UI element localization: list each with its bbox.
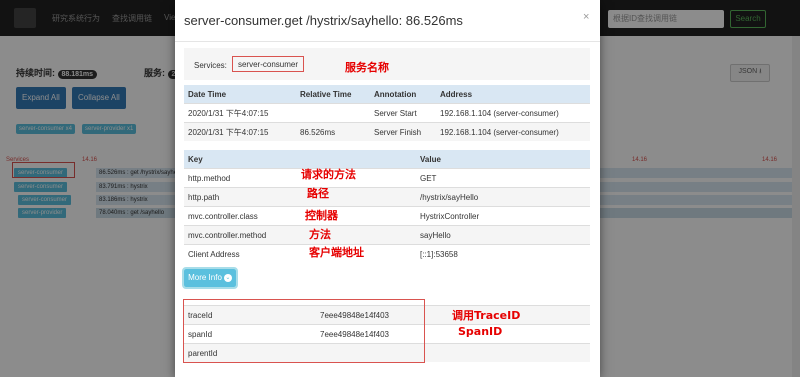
tag-value: GET (416, 168, 590, 188)
more-info-label: More Info (188, 273, 222, 282)
table-row: Client Address [::1]:53658 (184, 244, 590, 263)
table-cell: 2020/1/31 下午4:07:15 (184, 122, 296, 141)
column-header: Address (436, 85, 590, 104)
tags-table: Key Value http.method GET http.path /hys… (184, 150, 590, 263)
span-detail-modal: server-consumer.get /hystrix/sayhello: 8… (175, 0, 600, 377)
tag-key: mvc.controller.method (184, 225, 416, 245)
tag-key: Client Address (184, 244, 416, 263)
chevron-down-icon: ⌄ (223, 273, 232, 282)
services-value: server-consumer (232, 56, 304, 72)
annotation-request-method: 请求的方法 (301, 168, 356, 181)
annotation-call-trace-id: 调用TraceID (452, 309, 521, 322)
tag-value: HystrixController (416, 206, 590, 226)
table-cell: 192.168.1.104 (server-consumer) (436, 103, 590, 123)
table-cell: 192.168.1.104 (server-consumer) (436, 122, 590, 141)
table-cell (296, 103, 370, 123)
annotation-client-address: 客户端地址 (309, 246, 364, 259)
table-row: mvc.controller.method sayHello (184, 225, 590, 245)
table-header-row: Date Time Relative Time Annotation Addre… (184, 85, 590, 104)
table-row: 2020/1/31 下午4:07:15 86.526ms Server Fini… (184, 122, 590, 141)
divider (175, 41, 600, 42)
annotation-box (183, 299, 425, 363)
table-row: http.path /hystrix/sayHello (184, 187, 590, 207)
tag-value: sayHello (416, 225, 590, 245)
tag-value: [::1]:53658 (416, 244, 590, 263)
table-row: mvc.controller.class HystrixController (184, 206, 590, 226)
table-cell: Server Start (370, 103, 436, 123)
table-header-row: Key Value (184, 150, 590, 169)
column-header: Key (184, 150, 416, 169)
column-header: Annotation (370, 85, 436, 104)
tag-key: http.path (184, 187, 416, 207)
annotations-table: Date Time Relative Time Annotation Addre… (184, 85, 590, 141)
annotation-service-name: 服务名称 (345, 61, 389, 74)
annotation-span-id: SpanID (458, 325, 503, 338)
table-row: 2020/1/31 下午4:07:15 Server Start 192.168… (184, 103, 590, 123)
services-label: Services: (194, 61, 227, 70)
table-cell: Server Finish (370, 122, 436, 141)
column-header: Date Time (184, 85, 296, 104)
column-header: Relative Time (296, 85, 370, 104)
annotation-method: 方法 (309, 228, 331, 241)
close-icon[interactable]: × (583, 11, 589, 23)
tag-value: /hystrix/sayHello (416, 187, 590, 207)
table-cell: 2020/1/31 下午4:07:15 (184, 103, 296, 123)
column-header: Value (416, 150, 590, 169)
annotation-controller: 控制器 (305, 209, 338, 222)
tag-key: mvc.controller.class (184, 206, 416, 226)
table-cell: 86.526ms (296, 122, 370, 141)
annotation-path: 路径 (307, 187, 329, 200)
table-row: http.method GET (184, 168, 590, 188)
tag-key: http.method (184, 168, 416, 188)
more-info-button[interactable]: More Info ⌄ (182, 267, 238, 289)
modal-title: server-consumer.get /hystrix/sayhello: 8… (184, 13, 463, 28)
